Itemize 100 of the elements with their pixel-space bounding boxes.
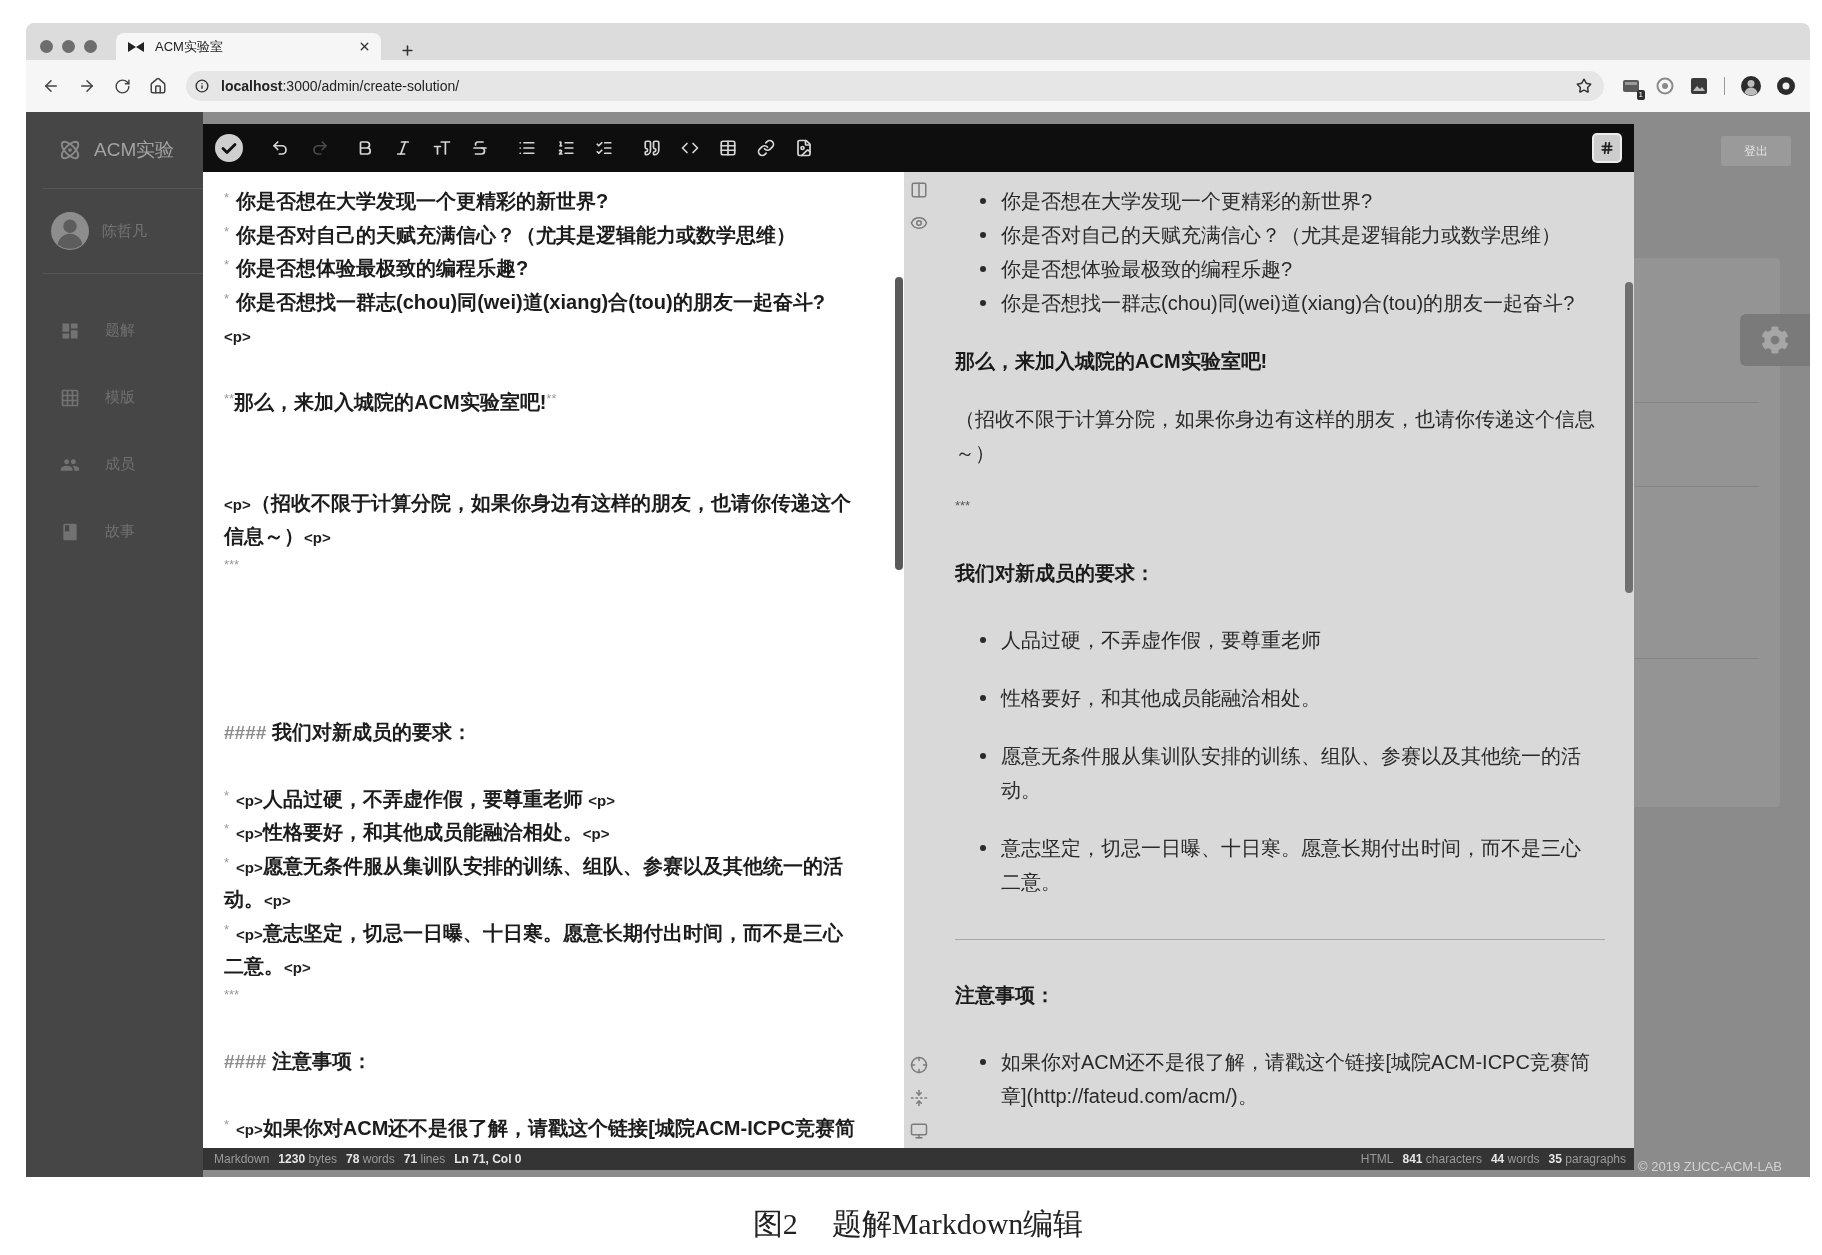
close-icon[interactable] xyxy=(358,40,371,53)
grid-icon xyxy=(60,387,80,408)
plus-icon[interactable] xyxy=(400,43,415,58)
bullet-icon xyxy=(980,845,986,851)
table-icon xyxy=(719,139,737,157)
settings-icon xyxy=(1761,326,1789,354)
book-icon xyxy=(60,521,80,542)
checklist-icon xyxy=(595,139,613,157)
check-circle-icon xyxy=(215,134,243,162)
status-count: 35 paragraphs xyxy=(1548,1151,1626,1168)
section-heading: 我们对新成员的要求： xyxy=(955,561,1155,586)
asterisks-text: *** xyxy=(955,497,971,515)
scrollbar[interactable] xyxy=(895,277,903,570)
list-item-text: 性格要好，和其他成员能融洽相处。 xyxy=(1001,686,1321,711)
quote-icon xyxy=(643,139,661,157)
text-size-icon xyxy=(433,139,451,157)
image-icon xyxy=(795,139,813,157)
logout-button[interactable]: 登出 xyxy=(1721,136,1791,166)
list-item-text: 你是否对自己的天赋充满信心？（尤其是逻辑能力或数学思维） xyxy=(1001,223,1561,248)
bulleted-list-icon xyxy=(518,139,536,157)
list-item-text: 意志坚定，切忌一日曝、十日寒。愿意长期付出时间，而不是三心二意。 xyxy=(1001,836,1582,895)
markdown-line: $^{*}$ <p>人品过硬，不弄虚作假，要尊重老师 <p> xyxy=(224,786,615,812)
figure-title: 题解Markdown编辑 xyxy=(831,1206,1084,1242)
columns-icon[interactable] xyxy=(909,181,928,199)
undo-icon xyxy=(271,139,289,157)
section-heading: 注意事项： xyxy=(955,983,1055,1008)
bullet-icon xyxy=(980,266,986,272)
markdown-line: $^{*}$ <p>愿意无条件服从集训队安排的训练、组队、参赛以及其他统一的活动。<p> xyxy=(224,853,844,912)
markdown-line: #### 我们对新成员的要求： xyxy=(224,719,473,745)
bullet-icon xyxy=(980,232,986,238)
paragraph: 那么，来加入城院的ACM实验室吧! xyxy=(955,349,1268,374)
window-button-icon[interactable] xyxy=(84,40,97,53)
list-item-text: 你是否想在大学发现一个更精彩的新世界? xyxy=(1001,189,1373,214)
browser-tab[interactable]: ACM实验室 xyxy=(116,33,381,60)
status-count: 44 words xyxy=(1490,1151,1540,1168)
bullet-icon xyxy=(980,198,986,204)
paragraph: （招收不限于计算分院，如果你身边有这样的朋友，也请你传递这个信息～） xyxy=(955,407,1596,466)
markdown-line: $^{*}$ <p>意志坚定，切忌一日曝、十日寒。愿意长期付出时间，而不是三心二意。<p> xyxy=(224,920,844,979)
strikethrough-icon xyxy=(471,139,489,157)
extension-icon[interactable] xyxy=(1622,77,1640,95)
cursor-position: Ln 71, Col 0 xyxy=(454,1151,522,1168)
markdown-line: $^{*}$ <p>性格要好，和其他成员能融洽相处。<p> xyxy=(224,820,610,845)
bullet-icon xyxy=(980,695,986,701)
numbered-list-icon xyxy=(557,139,575,157)
markdown-line: $^{**}$那么，来加入城院的ACM实验室吧!$^{**}$ xyxy=(224,390,557,415)
markdown-line: $^{*}$ 你是否对自己的天赋充满信心？（尤其是逻辑能力或数学思维） xyxy=(224,222,797,248)
brand-name: ACM实验 xyxy=(94,137,175,162)
hash-button[interactable] xyxy=(1592,133,1622,163)
crosshair-icon[interactable] xyxy=(909,1056,928,1074)
monitor-icon[interactable] xyxy=(909,1122,928,1140)
bullet-icon xyxy=(980,753,986,759)
copyright-text: © 2019 ZUCC-ACM-LAB xyxy=(1638,1158,1782,1177)
notification-count: 1 xyxy=(1636,90,1645,100)
markdown-line: <p>（招收不限于计算分院，如果你身边有这样的朋友，也请你传递这个信息～）<p> xyxy=(224,490,852,549)
window-button-icon[interactable] xyxy=(40,40,53,53)
info-icon[interactable] xyxy=(195,79,209,93)
reload-icon[interactable] xyxy=(114,77,131,95)
address-field[interactable]: localhost:3000/admin/create-solution/ xyxy=(186,71,1604,101)
scrollbar[interactable] xyxy=(1625,282,1633,593)
list-item-text: 人品过硬，不弄虚作假，要尊重老师 xyxy=(1001,628,1321,653)
list-item-text: 愿意无条件服从集训队安排的训练、组队、参赛以及其他统一的活动。 xyxy=(1001,744,1582,803)
italic-icon xyxy=(394,139,412,157)
markdown-line: $^{*}$ 你是否想体验最极致的编程乐趣? xyxy=(224,256,529,281)
avatar-icon xyxy=(1741,76,1761,96)
bullet-icon xyxy=(980,637,986,643)
window-button-icon[interactable] xyxy=(62,40,75,53)
editor-mode-label: Markdown xyxy=(214,1151,270,1168)
status-count: 1230 bytes xyxy=(278,1151,338,1168)
atom-icon xyxy=(59,139,81,161)
status-count: 841 characters xyxy=(1402,1151,1482,1168)
markdown-line: $^{*}$ <p>如果你对ACM还不是很了解，请戳这个链接[城院ACM-ICPC竞赛简 xyxy=(224,1116,855,1141)
hash-icon xyxy=(1600,141,1614,155)
confirm-button[interactable] xyxy=(215,134,243,162)
star-icon[interactable] xyxy=(1576,78,1592,94)
ring-icon[interactable] xyxy=(1656,77,1674,95)
eye-icon[interactable] xyxy=(909,214,928,232)
list-item-text: 如果你对ACM还不是很了解，请戳这个链接[城院ACM-ICPC竞赛简章](http://fateud.com/acm/)。 xyxy=(1001,1050,1591,1109)
list-item-text: 你是否想体验最极致的编程乐趣? xyxy=(1001,257,1293,282)
status-count: 71 lines xyxy=(403,1151,446,1168)
figure-label: 图2 xyxy=(752,1206,798,1242)
bowtie-icon xyxy=(128,41,144,52)
list-item-text: 你是否想找一群志(chou)同(wei)道(xiang)合(tou)的朋友一起奋斗? xyxy=(1001,291,1575,316)
editor-mode-label: HTML xyxy=(1360,1151,1394,1168)
markdown-line: *** xyxy=(224,985,240,1004)
fold-arrows-icon[interactable] xyxy=(909,1089,928,1107)
markdown-line: $^{*}$ 你是否想找一群志(chou)同(wei)道(xiang)合(tou)的朋友一起奋斗? xyxy=(224,289,825,315)
markdown-line: <p> xyxy=(224,327,251,347)
bullet-icon xyxy=(980,1059,986,1065)
redo-icon xyxy=(311,139,329,157)
avatar-icon xyxy=(51,212,89,250)
markdown-line: #### 注意事项： xyxy=(224,1049,373,1074)
circle-icon[interactable] xyxy=(1777,77,1795,95)
markdown-line: *** xyxy=(224,555,240,574)
markdown-line: $^{*}$ 你是否想在大学发现一个更精彩的新世界? xyxy=(224,189,609,214)
arrow-right-icon[interactable] xyxy=(78,77,96,95)
bullet-icon xyxy=(980,300,986,306)
home-icon[interactable] xyxy=(149,77,167,95)
link-icon xyxy=(757,139,775,157)
status-count: 78 words xyxy=(346,1151,395,1168)
picture-icon[interactable] xyxy=(1690,77,1708,95)
